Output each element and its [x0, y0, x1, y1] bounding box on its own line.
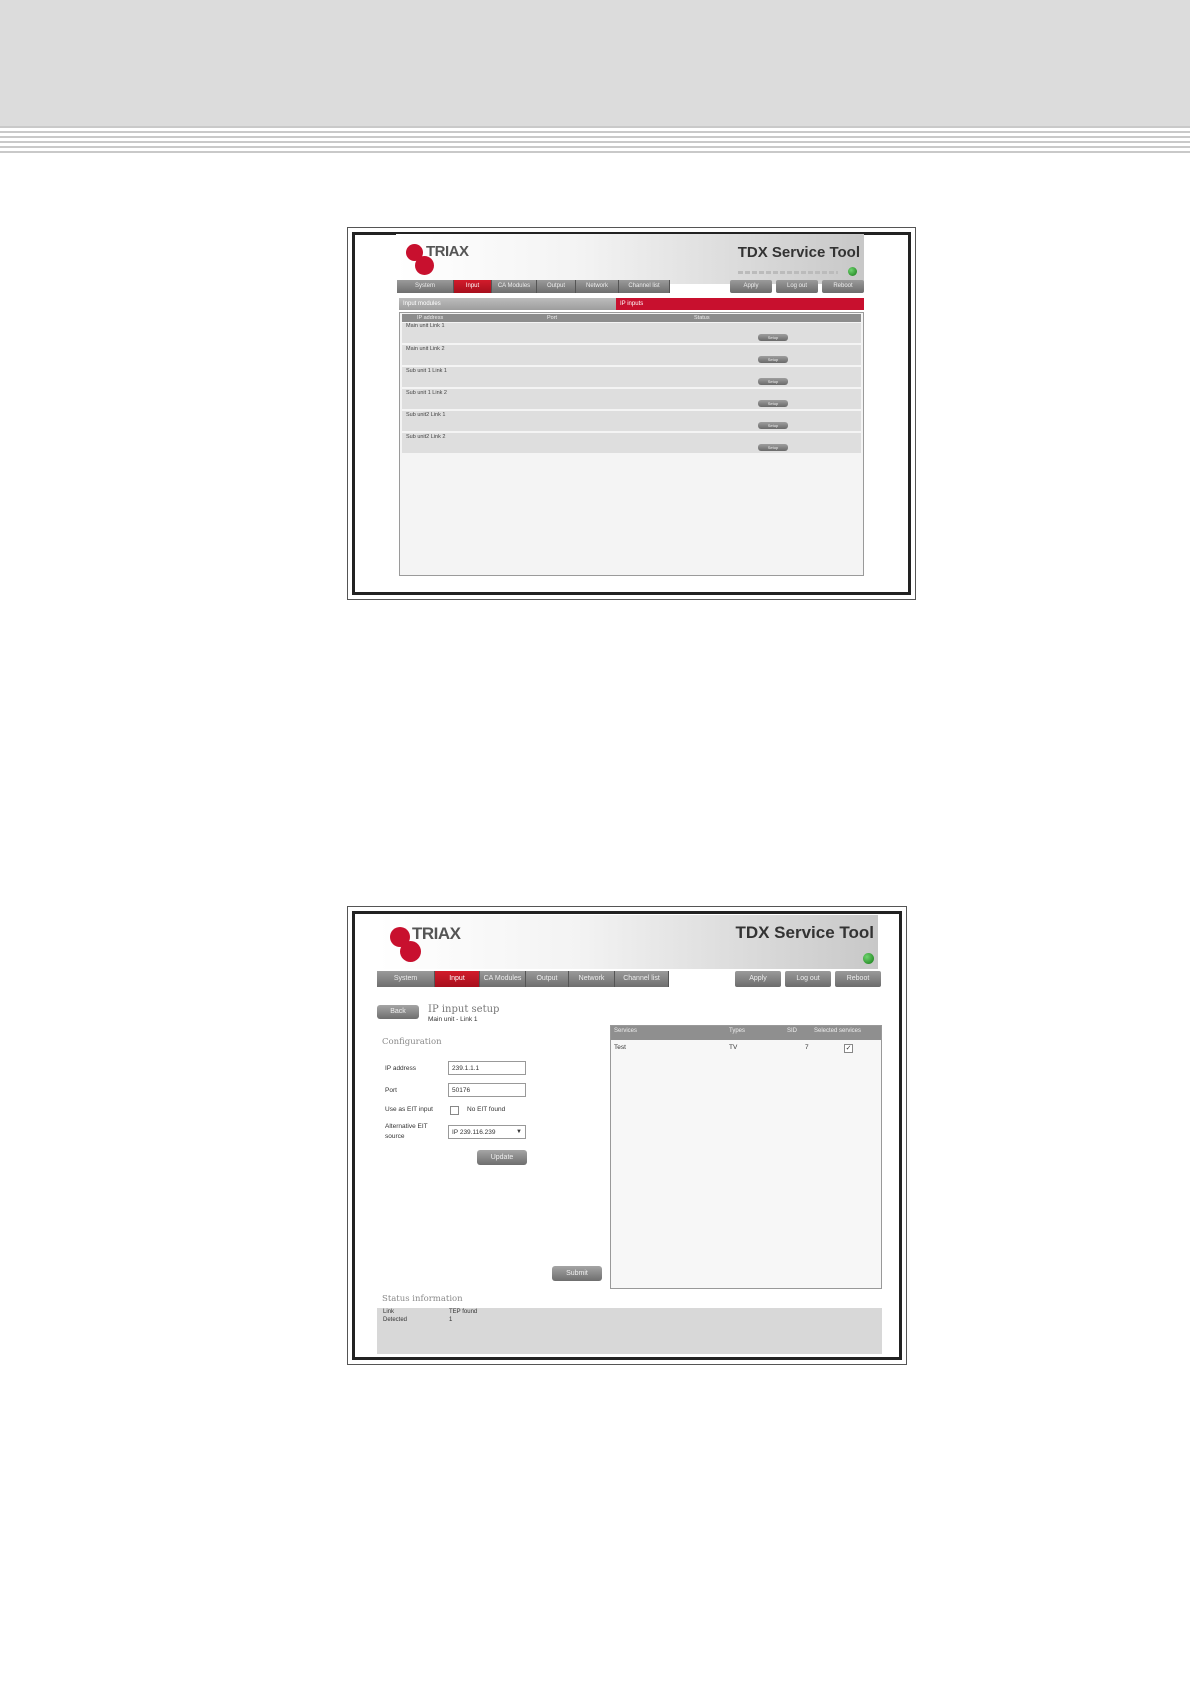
reboot-button[interactable]: Reboot: [822, 280, 864, 293]
apply-button[interactable]: Apply: [735, 971, 781, 987]
services-table: Services Types SID Selected services Tes…: [610, 1025, 882, 1289]
ip-row-bg: [402, 389, 861, 409]
logout-button[interactable]: Log out: [785, 971, 831, 987]
ip-row-bg: [402, 367, 861, 387]
tab-system[interactable]: System: [377, 971, 435, 987]
status-value: 1: [449, 1317, 453, 1323]
ip-row-label[interactable]: Sub unit 1 Link 1: [406, 368, 447, 374]
port-label: Port: [385, 1087, 397, 1094]
tab-output[interactable]: Output: [526, 971, 569, 987]
tab-ca-modules[interactable]: CA Modules: [492, 280, 537, 293]
col-ip-address: IP address: [417, 315, 444, 321]
back-button[interactable]: Back: [377, 1005, 419, 1019]
tab-network[interactable]: Network: [569, 971, 615, 987]
status-led-icon: [863, 953, 874, 964]
configuration-heading: Configuration: [382, 1037, 442, 1047]
status-value: TEP found: [449, 1309, 478, 1315]
app-title: TDX Service Tool: [737, 244, 860, 261]
subtab-ip-inputs[interactable]: IP inputs: [616, 298, 864, 310]
ip-row-bg: [402, 345, 861, 365]
alt-eit-label: source: [385, 1133, 405, 1140]
status-information-heading: Status information: [382, 1294, 463, 1304]
col-status: Status: [694, 315, 710, 321]
apply-button[interactable]: Apply: [730, 280, 772, 293]
logo-wordmark: TRIAX: [426, 243, 469, 260]
col-port: Port: [547, 315, 558, 321]
header-actions: Apply Log out Reboot: [735, 971, 881, 987]
app-header: TRIAX TDX Service Tool: [378, 915, 878, 969]
services-table-header: Services Types SID Selected services: [611, 1026, 881, 1040]
reboot-button[interactable]: Reboot: [835, 971, 881, 987]
tab-channel-list[interactable]: Channel list: [619, 280, 670, 293]
main-tabbar: System Input CA Modules Output Network C…: [397, 280, 670, 293]
status-key: Link: [383, 1309, 395, 1315]
col-services: Services: [614, 1028, 638, 1034]
table-row[interactable]: Test TV 7 ✓: [611, 1042, 881, 1055]
alt-eit-label: Alternative EIT: [385, 1123, 428, 1130]
ip-address-label: IP address: [385, 1065, 416, 1072]
ip-row-label[interactable]: Main unit Link 1: [406, 323, 445, 329]
setup-button[interactable]: Setup: [758, 444, 788, 451]
triax-logo: TRIAX: [390, 923, 490, 967]
status-indicator-bar: [738, 271, 838, 274]
alt-eit-select[interactable]: IP 239.116.239 ▼: [448, 1125, 526, 1139]
tab-ca-modules[interactable]: CA Modules: [480, 971, 526, 987]
eit-status-text: No EIT found: [467, 1106, 506, 1113]
setup-button[interactable]: Setup: [758, 356, 788, 363]
chevron-down-icon: ▼: [516, 1129, 522, 1135]
service-name: Test: [614, 1044, 626, 1051]
app-title: TDX Service Tool: [735, 923, 874, 942]
screenshot-2-frame: TRIAX TDX Service Tool System Input CA M…: [347, 906, 907, 1365]
col-sid: SID: [787, 1028, 798, 1034]
status-information-box: Link TEP found Detected 1: [377, 1308, 882, 1354]
update-button[interactable]: Update: [477, 1150, 527, 1165]
ip-row-bg: [402, 323, 861, 343]
status-key: Detected: [383, 1317, 408, 1323]
page-title: IP input setup: [428, 1004, 500, 1015]
service-selected-checkbox[interactable]: ✓: [844, 1044, 853, 1053]
page-header-stripes: [0, 126, 1190, 156]
ip-row-label[interactable]: Sub unit2 Link 2: [406, 434, 445, 440]
logout-button[interactable]: Log out: [776, 280, 818, 293]
use-as-eit-checkbox[interactable]: [450, 1106, 459, 1115]
ip-row-label[interactable]: Main unit Link 2: [406, 346, 445, 352]
page-subtitle: Main unit - Link 1: [428, 1016, 478, 1023]
subtab-input-modules[interactable]: Input modules: [399, 298, 616, 310]
tab-input[interactable]: Input: [454, 280, 492, 293]
port-field[interactable]: 50176: [448, 1083, 526, 1097]
ip-row-label[interactable]: Sub unit2 Link 1: [406, 412, 445, 418]
status-led-icon: [848, 267, 857, 276]
tab-output[interactable]: Output: [537, 280, 576, 293]
tab-system[interactable]: System: [397, 280, 454, 293]
tab-channel-list[interactable]: Channel list: [615, 971, 669, 987]
ip-inputs-header: IP address Port Status: [402, 314, 861, 322]
logo-wordmark: TRIAX: [412, 924, 461, 943]
ip-row-label[interactable]: Sub unit 1 Link 2: [406, 390, 447, 396]
setup-button[interactable]: Setup: [758, 400, 788, 407]
tab-input[interactable]: Input: [435, 971, 480, 987]
header-actions: Apply Log out Reboot: [730, 280, 864, 293]
screenshot-1-frame: TRIAX TDX Service Tool System Input CA M…: [347, 227, 916, 600]
setup-button[interactable]: Setup: [758, 334, 788, 341]
triax-logo: TRIAX: [406, 242, 496, 282]
setup-button[interactable]: Setup: [758, 422, 788, 429]
setup-button[interactable]: Setup: [758, 378, 788, 385]
main-tabbar: System Input CA Modules Output Network C…: [377, 971, 669, 987]
ip-inputs-panel: IP address Port Status Main unit Link 1 …: [399, 312, 864, 576]
use-as-eit-label: Use as EIT input: [385, 1106, 433, 1113]
app-header: TRIAX TDX Service Tool: [396, 234, 864, 284]
page-header-band: [0, 0, 1190, 126]
service-type: TV: [729, 1044, 738, 1051]
ip-address-field[interactable]: 239.1.1.1: [448, 1061, 526, 1075]
tab-network[interactable]: Network: [576, 280, 619, 293]
ip-row-bg: [402, 411, 861, 431]
col-selected-services: Selected services: [814, 1028, 862, 1034]
submit-button[interactable]: Submit: [552, 1266, 602, 1281]
col-types: Types: [729, 1028, 746, 1034]
ip-row-bg: [402, 433, 861, 453]
alt-eit-select-value: IP 239.116.239: [452, 1129, 496, 1136]
service-sid: 7: [805, 1044, 809, 1051]
